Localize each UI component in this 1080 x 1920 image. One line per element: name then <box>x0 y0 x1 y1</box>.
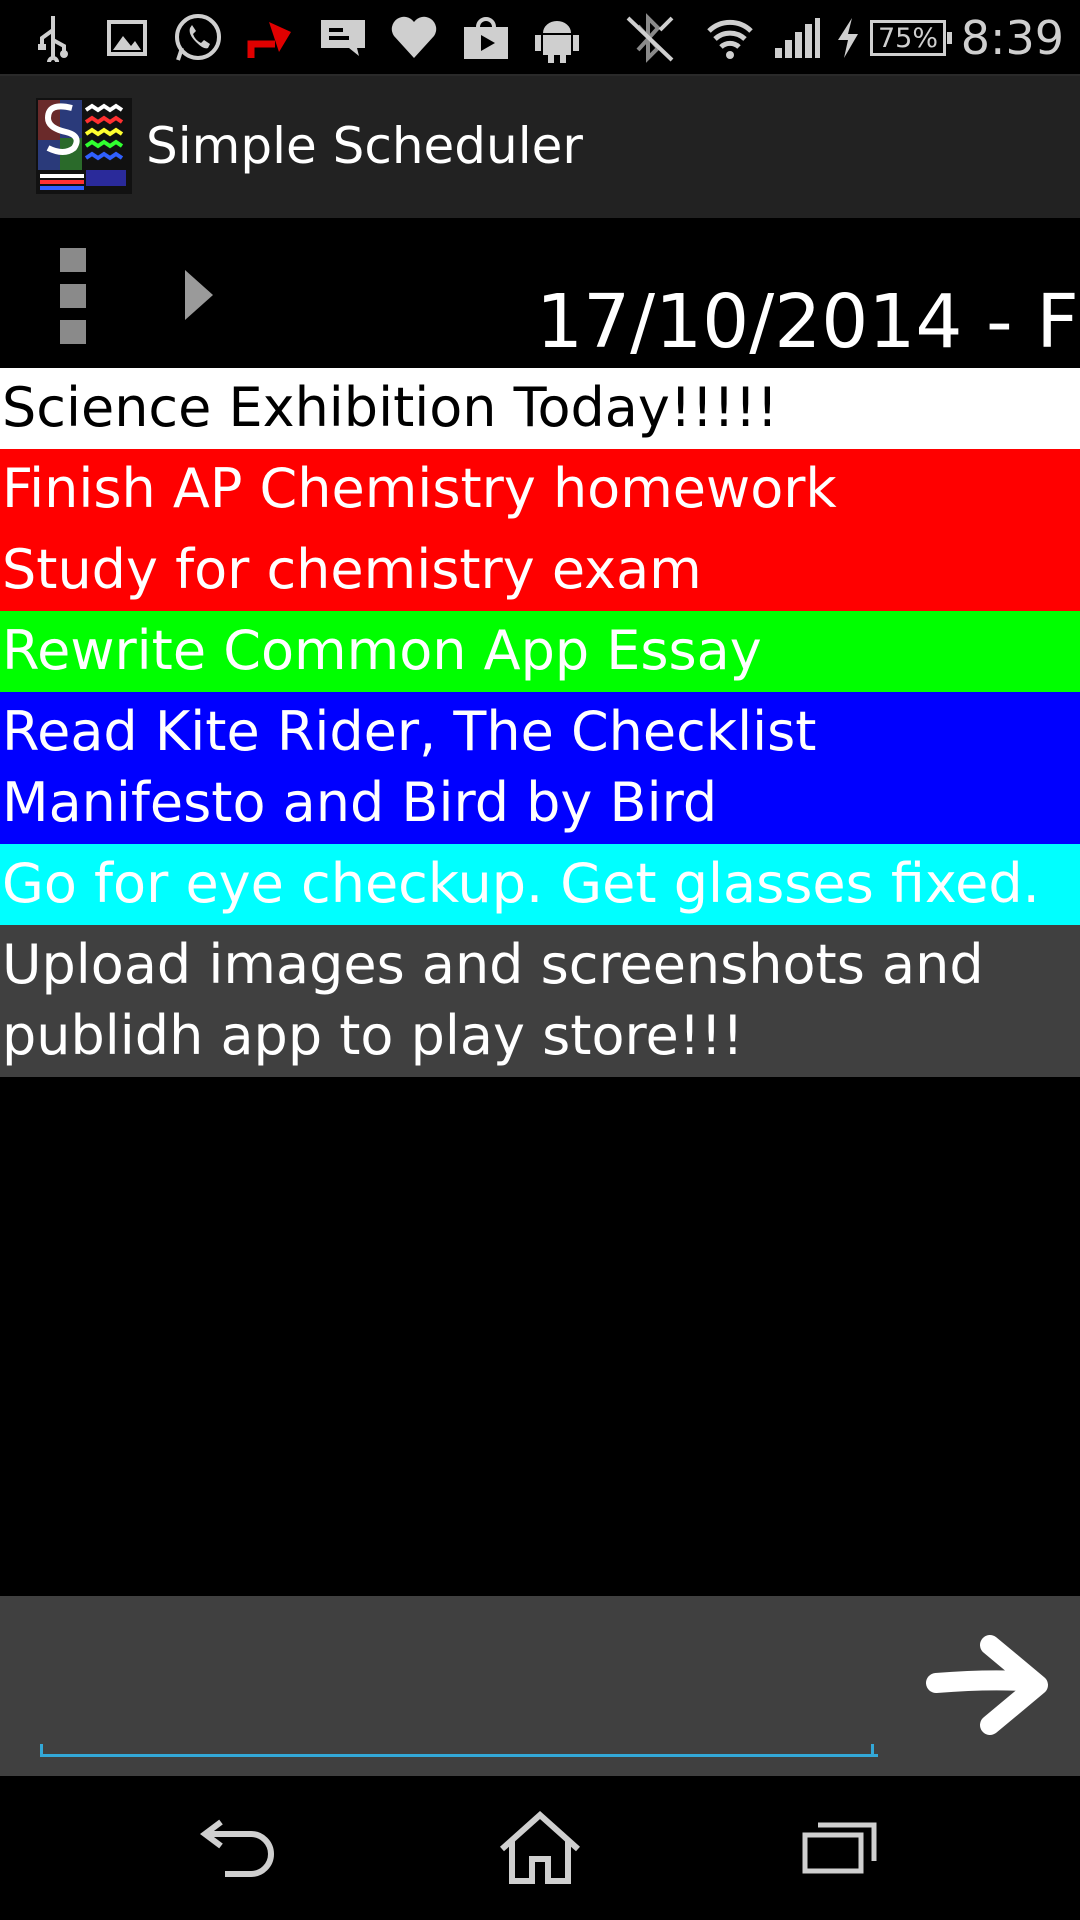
app-logo-icon[interactable] <box>36 98 132 194</box>
recent-apps-button[interactable] <box>780 1806 900 1890</box>
play-icon[interactable] <box>185 270 213 320</box>
back-button[interactable] <box>180 1806 300 1890</box>
action-bar: Simple Scheduler <box>0 76 1080 218</box>
status-bar: 75% 8:39 <box>0 0 1080 76</box>
home-icon <box>499 1811 581 1884</box>
home-button[interactable] <box>480 1806 600 1890</box>
image-icon <box>104 12 150 64</box>
add-task-button[interactable] <box>926 1626 1056 1746</box>
message-icon <box>318 12 368 64</box>
input-underline-left-tick <box>40 1744 43 1755</box>
back-icon <box>200 1819 274 1877</box>
signal-icon <box>772 12 822 64</box>
recent-apps-icon <box>802 1822 877 1874</box>
task-item[interactable]: Rewrite Common App Essay <box>0 611 1080 692</box>
status-time: 8:39 <box>960 11 1064 65</box>
current-date[interactable]: 17/10/2014 - Fri <box>536 278 1080 366</box>
bluetooth-off-icon <box>622 12 678 64</box>
navigation-bar <box>0 1776 1080 1920</box>
battery-icon: 75% <box>870 20 952 56</box>
date-toolbar: 17/10/2014 - Fri <box>0 218 1080 368</box>
task-item[interactable]: Go for eye checkup. Get glasses fixed. <box>0 844 1080 925</box>
whatsapp-icon <box>170 12 226 64</box>
task-item[interactable]: Upload images and screenshots and publid… <box>0 925 1080 1077</box>
task-item[interactable]: Study for chemistry exam <box>0 530 1080 611</box>
new-task-input[interactable] <box>40 1716 878 1757</box>
shopping-bag-icon <box>460 12 512 64</box>
task-list: Science Exhibition Today!!!!! Finish AP … <box>0 368 1080 1077</box>
task-item[interactable]: Finish AP Chemistry homework <box>0 449 1080 530</box>
arrow-right-icon <box>926 1635 1048 1735</box>
upload-icon <box>244 12 298 64</box>
app-title: Simple Scheduler <box>146 117 583 175</box>
heart-icon <box>388 12 440 64</box>
wifi-icon <box>704 12 756 64</box>
task-item[interactable]: Science Exhibition Today!!!!! <box>0 368 1080 449</box>
input-bar <box>0 1596 1080 1776</box>
usb-icon <box>30 12 76 64</box>
input-underline-right-tick <box>871 1744 874 1755</box>
battery-percent: 75% <box>877 22 938 54</box>
android-icon <box>532 12 582 64</box>
task-item[interactable]: Read Kite Rider, The Checklist Manifesto… <box>0 692 1080 844</box>
charging-icon <box>834 12 862 64</box>
overflow-menu-icon[interactable] <box>60 248 90 344</box>
